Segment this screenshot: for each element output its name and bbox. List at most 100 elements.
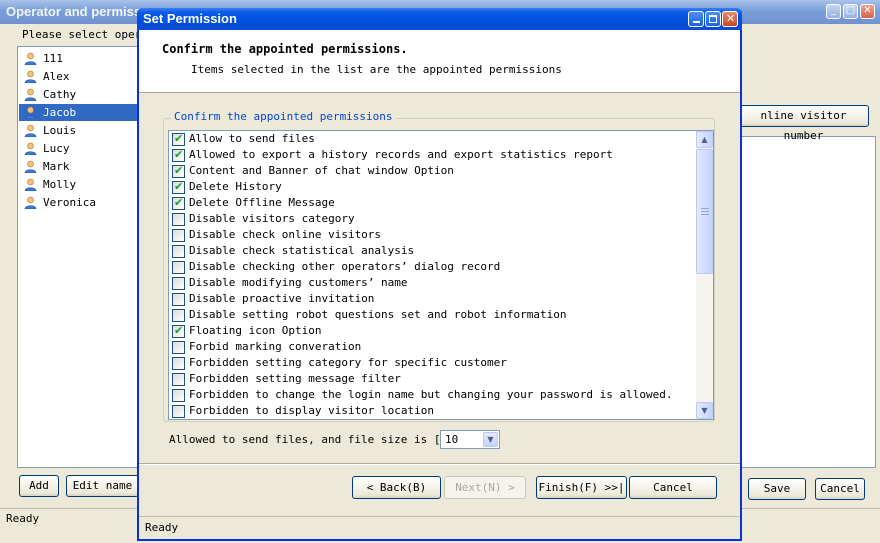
operator-item[interactable]: Cathy (19, 86, 138, 103)
user-icon (24, 70, 37, 83)
user-icon (24, 178, 37, 191)
permission-checkbox[interactable] (172, 245, 185, 258)
permission-label: Delete History (189, 180, 282, 193)
operator-name: Cathy (43, 88, 77, 101)
permission-label: Forbidden to change the login name but c… (189, 388, 673, 401)
operator-item[interactable]: 111 (19, 50, 138, 67)
permission-checkbox[interactable] (172, 293, 185, 306)
permission-checkbox[interactable] (172, 357, 185, 370)
online-visitor-panel (741, 136, 876, 468)
user-icon (24, 52, 37, 65)
window-title: Operator and permiss (6, 4, 142, 19)
permission-checkbox[interactable] (172, 389, 185, 402)
permission-label: Forbidden setting category for specific … (189, 356, 507, 369)
arrow-down-icon[interactable]: ▼ (696, 402, 713, 419)
scrollbar-thumb[interactable] (696, 149, 713, 274)
file-size-value: 10 (445, 433, 459, 446)
select-operator-prompt: Please select opera (22, 28, 148, 41)
grip-line (701, 208, 709, 209)
next-button[interactable]: Next(N) > (444, 476, 526, 499)
file-size-select[interactable]: 10 ▼ (440, 430, 500, 449)
back-button[interactable]: < Back(B) (352, 476, 441, 499)
operator-name: Louis (43, 124, 77, 137)
operator-item[interactable]: Molly (19, 176, 138, 193)
edit-name-button[interactable]: Edit name (66, 475, 139, 497)
permission-checkbox[interactable] (172, 373, 185, 386)
cancel-button[interactable]: Cancel (629, 476, 717, 499)
dialog-title: Set Permission (143, 11, 237, 26)
permission-label: Disable setting robot questions set and … (189, 308, 567, 321)
arrow-up-icon[interactable]: ▲ (696, 131, 713, 148)
status-bar: Ready (6, 512, 40, 525)
check-icon: ✔ (174, 180, 184, 193)
grip-line (701, 211, 709, 212)
operator-item[interactable]: Veronica (19, 194, 138, 211)
permission-checkbox[interactable] (172, 229, 185, 242)
permission-checkbox[interactable]: ✔ (172, 324, 185, 338)
operator-item[interactable]: Alex (19, 68, 138, 85)
maximize-icon[interactable]: □ (843, 4, 858, 19)
permission-checkbox[interactable] (172, 341, 185, 354)
group-label: Confirm the appointed permissions (171, 110, 396, 123)
operator-name: Molly (43, 178, 77, 191)
permission-label: Disable proactive invitation (189, 292, 375, 305)
check-icon: ✔ (174, 196, 184, 209)
permission-checkbox[interactable] (172, 213, 185, 226)
operator-item[interactable]: Jacob (19, 104, 138, 121)
save-button[interactable]: Save (748, 478, 806, 500)
permission-checkbox[interactable] (172, 309, 185, 322)
permission-checkbox[interactable]: ✔ (172, 164, 185, 178)
grip-line (701, 214, 709, 215)
operator-list[interactable]: 111 Alex Cathy Jacob Louis Lucy Mark Molly Veron… (17, 46, 139, 468)
permission-label: Disable modifying customers’ name (189, 276, 408, 289)
scrollbar[interactable]: ▲ ▼ (696, 131, 713, 419)
add-button[interactable]: Add (19, 475, 59, 497)
header-subtitle: Items selected in the list are the appoi… (191, 63, 562, 76)
permission-label: Forbidden to display visitor location (189, 404, 435, 417)
maximize-icon[interactable] (705, 11, 721, 27)
user-icon (24, 196, 37, 209)
permission-label: Allow to send files (189, 132, 315, 145)
check-icon: ✔ (174, 164, 184, 177)
minimize-icon[interactable] (688, 11, 704, 27)
permission-checkbox[interactable]: ✔ (172, 180, 185, 194)
divider (139, 464, 740, 465)
permission-label: Floating icon Option (189, 324, 322, 337)
operator-item[interactable]: Louis (19, 122, 138, 139)
user-icon (24, 124, 37, 137)
dialog-status: Ready (145, 521, 179, 534)
permission-label: Disable check statistical analysis (189, 244, 415, 257)
dialog-title-bar[interactable]: Set Permission ✕ (137, 8, 742, 30)
check-icon: ✔ (174, 324, 184, 337)
minimize-icon[interactable]: _ (826, 4, 841, 19)
check-icon: ✔ (174, 148, 184, 161)
permission-checkbox[interactable]: ✔ (172, 148, 185, 162)
operator-name: Lucy (43, 142, 70, 155)
permission-checkbox[interactable] (172, 277, 185, 290)
operator-name: Alex (43, 70, 70, 83)
permission-label: Forbidden setting message filter (189, 372, 401, 385)
online-visitor-number-button[interactable]: nline visitor number (738, 105, 869, 142)
wizard-header: Confirm the appointed permissions. Items… (139, 30, 740, 93)
permission-list[interactable]: ✔ Allow to send files ✔ Allowed to export a… (168, 130, 714, 420)
operator-item[interactable]: Mark (19, 158, 138, 175)
permission-checkbox[interactable]: ✔ (172, 196, 185, 210)
status-divider (139, 516, 740, 517)
permission-label: Content and Banner of chat window Option (189, 164, 454, 177)
permission-checkbox[interactable] (172, 261, 185, 274)
chevron-down-icon[interactable]: ▼ (483, 432, 498, 447)
operator-item[interactable]: Lucy (19, 140, 138, 157)
close-icon[interactable]: ✕ (860, 4, 875, 19)
user-icon (24, 106, 37, 119)
permission-checkbox[interactable] (172, 405, 185, 418)
user-icon (24, 88, 37, 101)
permission-label: Disable check online visitors (189, 228, 382, 241)
header-title: Confirm the appointed permissions. (162, 42, 408, 56)
bg-cancel-button[interactable]: Cancel (815, 478, 865, 500)
permission-label: Allowed to export a history records and … (189, 148, 613, 161)
check-icon: ✔ (174, 132, 184, 145)
permission-label: Disable checking other operators’ dialog… (189, 260, 501, 273)
finish-button[interactable]: Finish(F) >>| (536, 476, 627, 499)
permission-checkbox[interactable]: ✔ (172, 132, 185, 146)
close-icon[interactable]: ✕ (722, 11, 738, 27)
